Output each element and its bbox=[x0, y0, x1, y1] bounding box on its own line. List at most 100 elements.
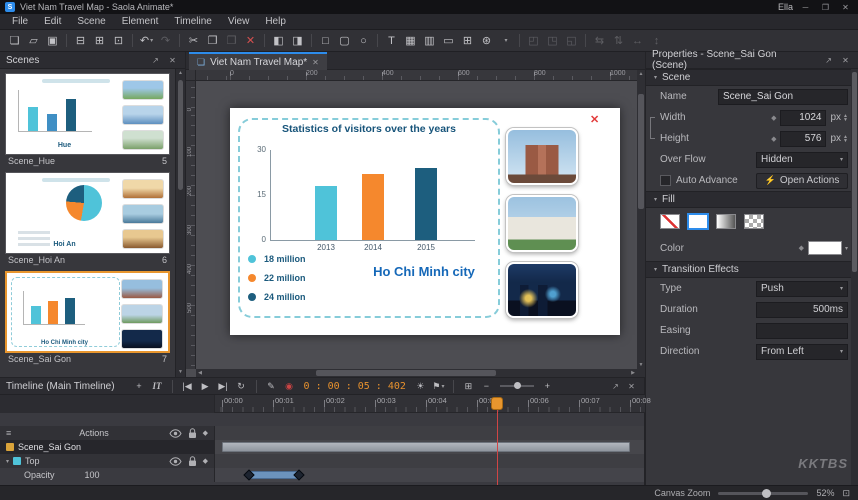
legend-item[interactable]: 24 million bbox=[248, 290, 306, 304]
undo-button[interactable]: ↶▾ bbox=[137, 32, 156, 50]
rounded-rectangle-tool-button[interactable]: ▢ bbox=[335, 32, 354, 50]
scroll-down-icon[interactable]: ▼ bbox=[637, 361, 645, 369]
easing-select[interactable] bbox=[756, 323, 848, 339]
timeline-zoom-in-button[interactable]: + bbox=[540, 379, 555, 394]
menu-view[interactable]: View bbox=[220, 14, 258, 30]
auto-keyframe-pen-button[interactable]: ✎ bbox=[264, 379, 279, 394]
scrollbar-thumb[interactable] bbox=[316, 370, 496, 376]
photo-cathedral[interactable] bbox=[506, 128, 578, 185]
stepper-down-icon[interactable]: ▼ bbox=[843, 118, 848, 122]
lock-toggle-icon[interactable] bbox=[188, 456, 197, 467]
group-button[interactable]: ◧ bbox=[269, 32, 288, 50]
fill-none-swatch[interactable] bbox=[660, 214, 680, 229]
canvas-horizontal-scrollbar[interactable]: ◀ ▶ bbox=[196, 369, 637, 377]
track-top[interactable]: ▾ Top ◆ bbox=[0, 454, 215, 468]
table-tool-button[interactable]: ⊞ bbox=[458, 32, 477, 50]
snap-grid-button[interactable]: ⊞ bbox=[461, 379, 476, 394]
scene-label-row[interactable]: Scene_Hue 5 bbox=[5, 155, 170, 168]
chevron-down-icon[interactable]: ▾ bbox=[6, 458, 9, 465]
media-tool-button[interactable]: ▥ bbox=[420, 32, 439, 50]
scene-track-lane[interactable] bbox=[215, 440, 644, 454]
timeline-zoom-out-button[interactable]: − bbox=[479, 379, 494, 394]
menu-edit[interactable]: Edit bbox=[36, 14, 69, 30]
scroll-left-icon[interactable]: ◀ bbox=[196, 369, 204, 377]
delete-button[interactable]: ✕ bbox=[241, 32, 260, 50]
tracks-menu-icon[interactable]: ≡ bbox=[6, 428, 11, 438]
image-tool-button[interactable]: ▦ bbox=[401, 32, 420, 50]
slider-thumb[interactable] bbox=[514, 382, 521, 389]
match-width-button[interactable]: ↔ bbox=[628, 32, 647, 50]
city-label[interactable]: Ho Chi Minh city bbox=[348, 264, 500, 279]
marker-flag-button[interactable]: ⚑▾ bbox=[431, 379, 446, 394]
scroll-right-icon[interactable]: ▶ bbox=[629, 369, 637, 377]
float-panel-icon[interactable]: ↗ bbox=[822, 56, 835, 65]
align-right-button[interactable]: ◳ bbox=[543, 32, 562, 50]
scenes-scrollbar[interactable]: ▲ ▼ bbox=[175, 69, 185, 377]
chevron-down-icon[interactable]: ▾ bbox=[845, 245, 848, 252]
close-panel-icon[interactable]: ✕ bbox=[166, 56, 179, 65]
legend-item[interactable]: 22 million bbox=[248, 271, 306, 285]
symbol-tool-button[interactable]: ⊛ bbox=[477, 32, 496, 50]
section-scene[interactable]: ▾ Scene bbox=[646, 69, 858, 86]
opacity-track-lane[interactable] bbox=[215, 468, 644, 482]
html-widget-tool-button[interactable]: ▭ bbox=[439, 32, 458, 50]
playhead-handle[interactable] bbox=[491, 397, 503, 410]
scene-thumbnail-hoi-an[interactable]: Hoi An bbox=[5, 172, 170, 254]
minimize-button[interactable]: ─ bbox=[798, 3, 813, 12]
scroll-up-icon[interactable]: ▲ bbox=[637, 70, 645, 78]
playhead-line[interactable] bbox=[497, 400, 498, 485]
add-keyframe-icon[interactable]: ◆ bbox=[203, 457, 208, 465]
keyframe-diamond-icon[interactable]: ◆ bbox=[771, 114, 776, 122]
open-document-button[interactable]: ▱ bbox=[24, 32, 43, 50]
legend-item[interactable]: 18 million bbox=[248, 252, 306, 266]
new-document-button[interactable]: ❏ bbox=[5, 32, 24, 50]
more-tools-button[interactable]: ▾ bbox=[496, 32, 515, 50]
open-actions-button[interactable]: ⚡ Open Actions bbox=[756, 173, 848, 189]
height-stepper[interactable]: ▲▼ bbox=[843, 135, 848, 143]
color-swatch[interactable] bbox=[808, 241, 842, 255]
paste-button[interactable]: ❒ bbox=[222, 32, 241, 50]
scrollbar-thumb[interactable] bbox=[852, 72, 857, 272]
copy-button[interactable]: ❐ bbox=[203, 32, 222, 50]
scene-thumbnail-hue[interactable]: Hue bbox=[5, 73, 170, 155]
menu-timeline[interactable]: Timeline bbox=[166, 14, 219, 30]
redo-button[interactable]: ↷ bbox=[156, 32, 175, 50]
tab-close-icon[interactable]: ✕ bbox=[312, 58, 319, 67]
width-stepper[interactable]: ▲▼ bbox=[843, 114, 848, 122]
keyframe-column-icon[interactable]: ◆ bbox=[203, 429, 208, 437]
direction-select[interactable]: From Left ▾ bbox=[756, 344, 848, 360]
fill-solid-swatch[interactable] bbox=[688, 214, 708, 229]
track-scene-sai-gon[interactable]: Scene_Sai Gon bbox=[0, 440, 215, 454]
toggle-properties-pane-button[interactable]: ⊡ bbox=[109, 32, 128, 50]
canvas-field[interactable]: Statistics of visitors over the years 30… bbox=[196, 81, 637, 369]
height-input[interactable]: 576 bbox=[780, 131, 826, 147]
rectangle-tool-button[interactable]: □ bbox=[316, 32, 335, 50]
stepper-down-icon[interactable]: ▼ bbox=[843, 139, 848, 143]
maximize-button[interactable]: ❐ bbox=[818, 3, 833, 12]
fit-to-window-icon[interactable]: ⊡ bbox=[842, 488, 850, 499]
close-panel-icon[interactable]: ✕ bbox=[839, 56, 852, 65]
text-tool-button[interactable]: T bbox=[382, 32, 401, 50]
properties-scrollbar[interactable] bbox=[851, 69, 858, 485]
close-panel-icon[interactable]: ✕ bbox=[625, 382, 638, 391]
section-fill[interactable]: ▾ Fill bbox=[646, 191, 858, 208]
document-tab[interactable]: ❏ Viet Nam Travel Map* ✕ bbox=[189, 52, 327, 70]
keyframe-diamond-icon[interactable]: ◆ bbox=[799, 244, 804, 252]
align-bottom-button[interactable]: ◱ bbox=[562, 32, 581, 50]
scroll-up-icon[interactable]: ▲ bbox=[176, 69, 185, 78]
next-frame-button[interactable]: ▶| bbox=[216, 379, 231, 394]
distribute-horizontal-button[interactable]: ⇆ bbox=[590, 32, 609, 50]
scrollbar-thumb[interactable] bbox=[638, 94, 644, 209]
width-height-link-icon[interactable] bbox=[650, 117, 655, 139]
skip-to-start-button[interactable]: |◀ bbox=[180, 379, 195, 394]
bar-2015[interactable] bbox=[415, 168, 437, 240]
add-animation-button[interactable]: + bbox=[132, 379, 147, 394]
scene-thumbnail-sai-gon[interactable]: Ho Chi Minh city bbox=[5, 271, 170, 353]
photo-night-city[interactable] bbox=[506, 262, 578, 318]
highlight-button[interactable]: ☀ bbox=[413, 379, 428, 394]
scene-label-row[interactable]: Scene_Hoi An 6 bbox=[5, 254, 170, 267]
transition-type-select[interactable]: Push ▾ bbox=[756, 281, 848, 297]
timeline-ruler[interactable]: 00:00 00:01 00:02 00:03 00:04 00:05 00:0… bbox=[215, 395, 645, 413]
float-panel-icon[interactable]: ↗ bbox=[609, 382, 622, 391]
close-button[interactable]: ✕ bbox=[838, 3, 853, 12]
